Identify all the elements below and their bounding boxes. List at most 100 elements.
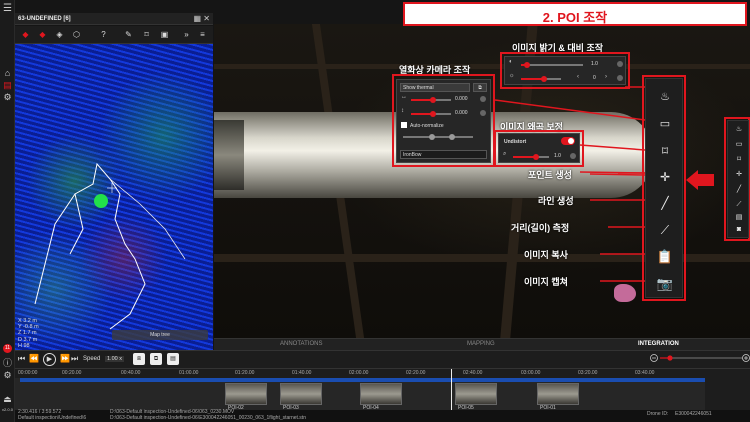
cube-outline-icon[interactable]: ◈ [54, 29, 65, 40]
point-create-icon[interactable]: ✛ [655, 167, 675, 187]
small-camera-icon[interactable]: ◙ [734, 225, 744, 235]
cube-red-icon[interactable]: ◆ [20, 29, 31, 40]
step-forward-icon[interactable]: ⏩ [60, 354, 70, 363]
map-tree-button[interactable]: Map tree [112, 330, 208, 340]
trajectory-overlay [34, 162, 186, 330]
hamburger-menu-icon[interactable]: ☰ [2, 3, 13, 14]
thermal-reset-2-icon[interactable] [480, 110, 486, 116]
poi-thumbnail[interactable] [537, 383, 579, 405]
camera-icon[interactable]: 📷 [655, 274, 675, 294]
poi-tool-column: ♨ ▭ ⌑ ✛ ╱ ⟋ 📋 📷 [645, 78, 683, 298]
undistort-fill [513, 156, 535, 158]
clipboard-icon[interactable]: 📋 [655, 247, 675, 267]
settings-icon[interactable]: ⚙ [2, 370, 13, 381]
tools-icon[interactable]: ⚙ [2, 92, 13, 103]
contrast-knob[interactable] [541, 76, 547, 82]
thermal-range-slider[interactable] [403, 136, 473, 138]
chevron-right-icon[interactable]: › [605, 74, 607, 80]
grid-icon[interactable]: ▦ [193, 14, 201, 23]
cube-wire-icon[interactable]: ⬡ [71, 29, 82, 40]
auto-normalize-checkbox[interactable] [401, 122, 407, 128]
poi-thumbnail[interactable] [455, 383, 497, 405]
thermal-slider-2-knob[interactable] [430, 111, 436, 117]
range-knob-low[interactable] [429, 134, 435, 140]
contrast-reset-icon[interactable] [617, 75, 623, 81]
close-icon[interactable]: ✕ [203, 14, 210, 23]
poi-thumbnail[interactable] [225, 383, 267, 405]
drone-id-label: Drone ID: [647, 411, 669, 417]
step-back-icon[interactable]: ⏪ [29, 354, 39, 363]
skip-forward-icon[interactable]: ⏭ [71, 354, 78, 364]
skip-back-icon[interactable]: ⏮ [18, 354, 25, 364]
home-icon[interactable]: ⌂ [2, 68, 13, 79]
project-title: 63-UNDEFINED [6] [18, 16, 71, 22]
brightness-knob[interactable] [524, 62, 530, 68]
video-mode-3-button[interactable]: ▤ [167, 353, 179, 365]
thermal-slider-1-knob[interactable] [430, 97, 436, 103]
contrast-fill [521, 78, 543, 80]
undistort-panel: Undistort ⌕ 1.0 [498, 133, 580, 163]
brightness-slider[interactable] [521, 64, 583, 66]
layers-icon[interactable]: ≡ [197, 29, 208, 40]
chevron-left-icon[interactable]: ‹ [577, 74, 579, 80]
page-title-box: 2. POI 조작 [403, 2, 747, 26]
tick-label: 02:00.00 [349, 370, 369, 376]
tab-mapping[interactable]: MAPPING [467, 341, 495, 347]
undistort-value[interactable]: 1.0 [554, 153, 561, 159]
undistort-knob[interactable] [533, 154, 539, 160]
small-line-icon[interactable]: ╱ [734, 185, 744, 195]
brightness-value[interactable]: 1.0 [591, 61, 598, 67]
contrast-value[interactable]: 0 [593, 75, 596, 81]
video-mode-2-button[interactable]: ⧉ [150, 353, 162, 365]
tick-label: 03:40.00 [635, 370, 655, 376]
thermal-camera-icon[interactable]: ♨ [655, 87, 675, 107]
undistort-tool-icon[interactable]: ⌑ [655, 141, 675, 161]
line-create-icon[interactable]: ╱ [655, 193, 675, 213]
cloud-coordinate-readout: X 3.2 m Y -0.8 m Z 1.7 m D 3.7 m H 98 [18, 318, 39, 349]
polygon-icon[interactable]: ⌑ [141, 29, 152, 40]
timeline[interactable]: 00:00:00 00:20.00 00:40.00 01:00.00 01:2… [15, 368, 750, 411]
undistort-toggle[interactable] [561, 137, 575, 145]
show-thermal-button[interactable]: Show thermal [400, 83, 470, 92]
undistort-reset-icon[interactable] [570, 153, 576, 159]
save-icon[interactable]: ▣ [159, 29, 170, 40]
video-mode-1-button[interactable]: ⧈ [133, 353, 145, 365]
app-window: ☰ ⌂ ▤ ⚙ 11 ⓘ ⚙ ⏏ v2.0.0 63-UNDEFINED [6]… [0, 0, 750, 422]
palette-select[interactable]: IronBow [400, 150, 487, 159]
poi-thumbnail[interactable] [360, 383, 402, 405]
brightness-reset-icon[interactable] [617, 61, 623, 67]
poi-thumbnail[interactable] [280, 383, 322, 405]
notification-badge[interactable]: 11 [3, 344, 12, 353]
copy-icon[interactable]: ⧉ [473, 83, 487, 92]
ruler-icon[interactable]: ⟋ [655, 220, 675, 240]
small-ruler-icon[interactable]: ⟋ [734, 200, 744, 210]
thermal-value-1[interactable]: 0.000 [455, 96, 468, 102]
tick-label: 00:00:00 [18, 370, 38, 376]
vertical-range-icon: ↕ [401, 108, 404, 114]
timeline-end-region [705, 369, 750, 411]
point-cloud-view[interactable] [15, 44, 213, 350]
small-undistort-icon[interactable]: ⌑ [734, 155, 744, 165]
thermal-value-2[interactable]: 0.000 [455, 110, 468, 116]
small-clipboard-icon[interactable]: ▤ [734, 213, 744, 223]
small-point-icon[interactable]: ✛ [734, 170, 744, 180]
range-knob-high[interactable] [449, 134, 455, 140]
small-thermal-icon[interactable]: ♨ [734, 125, 744, 135]
help-icon[interactable]: ? [98, 29, 109, 40]
thermal-reset-1-icon[interactable] [480, 96, 486, 102]
forward-icon[interactable]: » [181, 29, 192, 40]
sun-icon: ☼ [509, 73, 515, 79]
timeline-track[interactable] [20, 378, 710, 382]
cube-red2-icon[interactable]: ◆ [37, 29, 48, 40]
speed-select[interactable]: 1.00 x [105, 356, 124, 362]
small-brightness-icon[interactable]: ▭ [734, 140, 744, 150]
tab-integration[interactable]: INTEGRATION [638, 341, 679, 347]
pen-icon[interactable]: ✎ [123, 29, 134, 40]
brightness-tool-icon[interactable]: ▭ [655, 114, 675, 134]
play-button[interactable]: ▶ [43, 353, 56, 366]
status-inspection: Default inspection\Undefined\6 [18, 415, 87, 421]
info-icon[interactable]: ⓘ [2, 358, 13, 369]
tab-annotations[interactable]: ANNOTATIONS [280, 341, 322, 347]
document-icon[interactable]: ▤ [2, 80, 13, 91]
playhead[interactable] [451, 369, 452, 411]
